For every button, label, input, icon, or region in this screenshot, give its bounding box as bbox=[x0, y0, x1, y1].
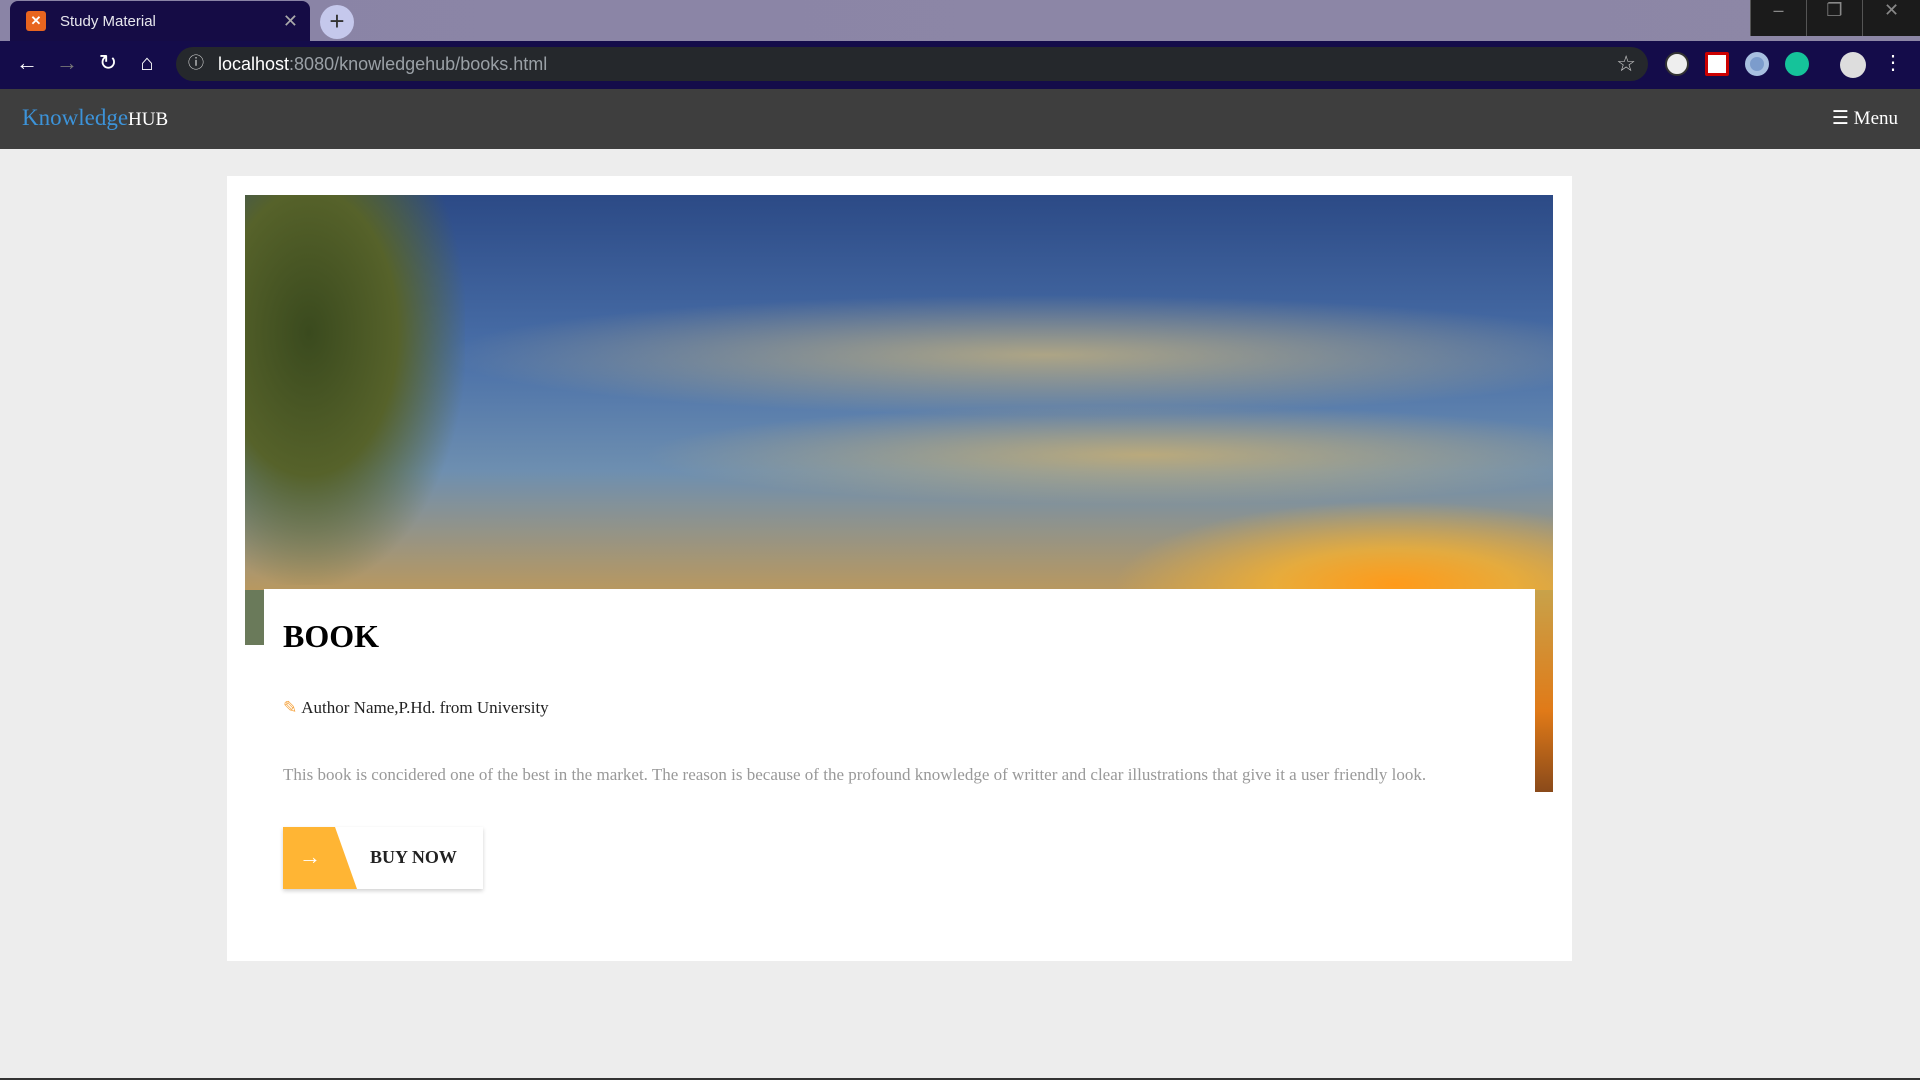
brand-main: Knowledge bbox=[22, 105, 129, 130]
menu-label: Menu bbox=[1853, 108, 1898, 129]
new-tab-button[interactable]: + bbox=[320, 5, 354, 39]
info-icon[interactable]: ⓘ bbox=[188, 47, 204, 81]
image-edge-left bbox=[245, 590, 264, 645]
edit-icon: ✎ bbox=[283, 698, 298, 717]
mcafee-extension-icon[interactable] bbox=[1705, 52, 1729, 76]
book-cover-image bbox=[245, 195, 1553, 590]
buy-now-label: BUY NOW bbox=[370, 847, 457, 867]
close-tab-icon[interactable]: ✕ bbox=[283, 11, 298, 32]
xampp-favicon-icon: ✕ bbox=[26, 11, 46, 31]
book-title: BOOK bbox=[283, 618, 380, 654]
restore-button[interactable]: ❐ bbox=[1806, 0, 1862, 36]
minimize-button[interactable]: – bbox=[1750, 0, 1806, 36]
author-line: ✎ Author Name,P.Hd. from University bbox=[283, 698, 549, 718]
url-host: localhost bbox=[218, 54, 290, 74]
home-icon[interactable]: ⌂ bbox=[132, 50, 162, 76]
hamburger-icon: ☰ bbox=[1831, 108, 1849, 129]
grammarly-extension-icon[interactable] bbox=[1785, 52, 1809, 76]
close-window-button[interactable]: ✕ bbox=[1862, 0, 1920, 36]
ring-extension-icon[interactable] bbox=[1745, 52, 1769, 76]
speedometer-extension-icon[interactable] bbox=[1665, 52, 1689, 76]
url-path: :8080/knowledgehub/books.html bbox=[289, 54, 548, 74]
buy-now-button[interactable]: → BUY NOW bbox=[283, 827, 483, 889]
author-name: Author Name,P.Hd. from University bbox=[301, 698, 549, 717]
site-navbar: KnowledgeHUB ☰ Menu bbox=[0, 89, 1920, 149]
bookmark-star-icon[interactable]: ☆ bbox=[1616, 47, 1636, 81]
tab-strip: ✕ Study Material ✕ + – ❐ ✕ bbox=[0, 0, 1920, 41]
browser-toolbar: ← → ↻ ⌂ ⓘ localhost:8080/knowledgehub/bo… bbox=[0, 41, 1920, 89]
menu-button[interactable]: ☰ Menu bbox=[1832, 107, 1898, 130]
forward-icon[interactable]: → bbox=[52, 50, 82, 76]
tree-silhouette bbox=[245, 195, 465, 585]
address-bar[interactable]: ⓘ localhost:8080/knowledgehub/books.html… bbox=[176, 47, 1648, 81]
profile-avatar[interactable] bbox=[1840, 52, 1866, 78]
arrow-right-icon: → bbox=[299, 844, 321, 869]
kebab-menu-icon[interactable]: ⋮ bbox=[1878, 50, 1908, 75]
back-icon[interactable]: ← bbox=[12, 50, 42, 76]
browser-tab[interactable]: ✕ Study Material ✕ bbox=[10, 1, 310, 41]
brand-logo[interactable]: KnowledgeHUB bbox=[22, 105, 168, 131]
book-description: This book is concidered one of the best … bbox=[283, 765, 1427, 784]
tab-title: Study Material bbox=[60, 12, 156, 30]
brand-suffix: HUB bbox=[128, 109, 169, 130]
reload-icon[interactable]: ↻ bbox=[93, 50, 123, 76]
image-edge-right bbox=[1535, 590, 1553, 792]
